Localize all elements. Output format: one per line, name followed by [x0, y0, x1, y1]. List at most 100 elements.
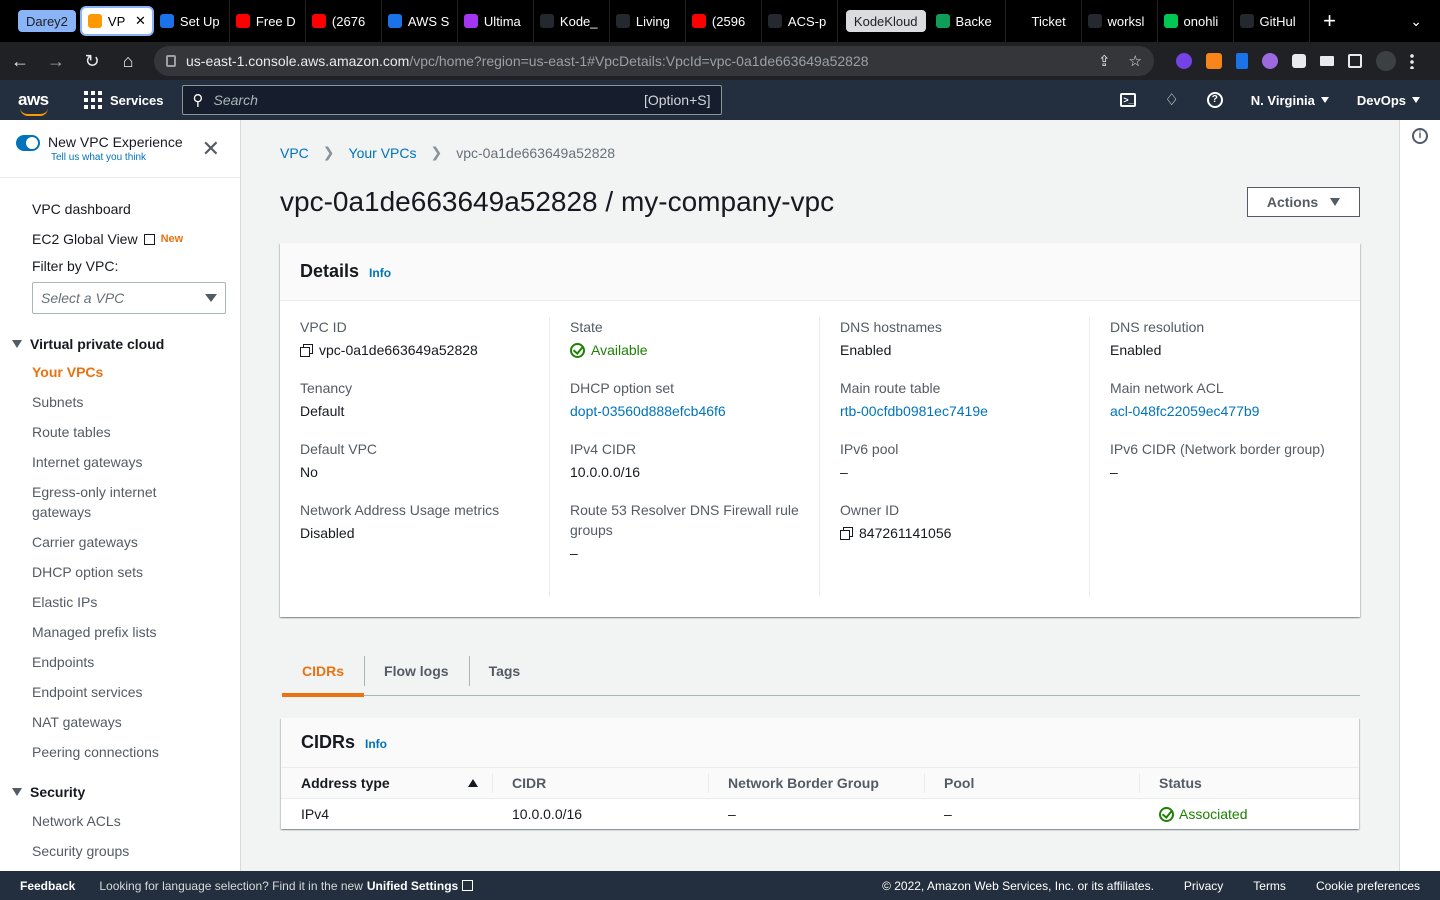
field-value[interactable]: vpc-0a1de663649a52828 — [300, 342, 549, 358]
field-value[interactable]: rtb-00cfdb0981ec7419e — [840, 403, 1089, 419]
close-icon[interactable]: ✕ — [202, 138, 220, 160]
breadcrumb-vpc[interactable]: VPC — [280, 145, 309, 161]
cidrs-info-link[interactable]: Info — [365, 737, 387, 751]
browser-tab[interactable]: GitHul — [1234, 0, 1310, 42]
cloudshell-icon[interactable]: >_ — [1120, 93, 1137, 107]
field-value[interactable]: acl-048fc22059ec477b9 — [1110, 403, 1360, 419]
sidebar-item-dhcp-option-sets[interactable]: DHCP option sets — [0, 562, 200, 582]
sidebar-item-security-groups[interactable]: Security groups — [0, 841, 200, 861]
column-header-cidr[interactable]: CIDR — [492, 768, 708, 799]
copy-icon[interactable] — [840, 526, 853, 540]
sidebar-item-egress-only-internet-gateways[interactable]: Egress-only internet gateways — [0, 482, 200, 522]
address-bar[interactable]: us-east-1.console.aws.amazon.com/vpc/hom… — [154, 46, 1154, 76]
section-virtual-private-cloud[interactable]: Virtual private cloud — [0, 336, 240, 352]
browser-tab[interactable]: Kode_ — [534, 0, 610, 42]
account-menu[interactable]: DevOps — [1357, 93, 1420, 108]
sidebar-item-elastic-ips[interactable]: Elastic IPs — [0, 592, 200, 612]
browser-tab[interactable]: Ticket — [1006, 0, 1082, 42]
field-value[interactable]: 847261141056 — [840, 525, 1089, 541]
browser-tab[interactable]: Free D — [230, 0, 306, 42]
chevron-right-icon: ❯ — [430, 144, 443, 160]
field-label: Main route table — [840, 380, 941, 396]
browser-tab[interactable]: (2676 — [306, 0, 382, 42]
browser-tab[interactable]: onohli — [1158, 0, 1234, 42]
sidebar-item-nat-gateways[interactable]: NAT gateways — [0, 712, 200, 732]
privacy-link[interactable]: Privacy — [1184, 879, 1223, 893]
info-panel-icon[interactable]: i — [1412, 128, 1428, 144]
actions-button[interactable]: Actions — [1247, 187, 1360, 217]
cookie-preferences-link[interactable]: Cookie preferences — [1316, 879, 1420, 893]
new-tab-button[interactable]: + — [1310, 8, 1350, 34]
tab-flow-logs[interactable]: Flow logs — [364, 646, 469, 696]
tab-cidrs[interactable]: CIDRs — [282, 646, 365, 697]
terms-link[interactable]: Terms — [1253, 879, 1286, 893]
tab-group-darey2[interactable]: Darey2 — [18, 10, 76, 32]
browser-tab[interactable]: Ultima — [458, 0, 534, 42]
browser-tab[interactable]: ACS-p — [762, 0, 838, 42]
sidebar-item-network-acls[interactable]: Network ACLs — [0, 811, 200, 831]
new-vpc-experience-label: New VPC Experience — [48, 134, 183, 150]
metamask-extension-icon[interactable] — [1206, 53, 1222, 69]
puzzle-extensions-icon[interactable] — [1292, 54, 1306, 68]
sidebar-item-ec2-global-view[interactable]: EC2 Global View New — [0, 229, 240, 249]
sidebar-item-endpoints[interactable]: Endpoints — [0, 652, 200, 672]
column-header-network-border-group[interactable]: Network Border Group — [708, 768, 924, 799]
region-selector[interactable]: N. Virginia — [1251, 93, 1329, 108]
back-button[interactable]: ← — [4, 45, 36, 77]
sidebar-item-peering-connections[interactable]: Peering connections — [0, 742, 200, 762]
unified-settings-link[interactable]: Unified Settings — [367, 879, 458, 893]
field-label: DNS resolution — [1110, 319, 1205, 335]
details-info-link[interactable]: Info — [369, 266, 391, 280]
browser-tab[interactable]: VP ✕ — [79, 6, 154, 36]
sidebar-item-carrier-gateways[interactable]: Carrier gateways — [0, 532, 200, 552]
sidebar-item-route-tables[interactable]: Route tables — [0, 422, 200, 442]
share-icon[interactable]: ⇪ — [1098, 52, 1111, 70]
browser-tab[interactable]: worksl — [1082, 0, 1158, 42]
sidebar-item-your-vpcs[interactable]: Your VPCs — [0, 362, 200, 382]
aws-logo[interactable]: aws — [18, 90, 68, 116]
breadcrumb-your-vpcs[interactable]: Your VPCs — [349, 145, 417, 161]
reading-list-icon[interactable] — [1320, 56, 1334, 66]
tab-tags[interactable]: Tags — [468, 646, 541, 696]
column-header-status[interactable]: Status — [1139, 768, 1359, 799]
feedback-link[interactable]: Tell us what you think — [51, 152, 183, 163]
search-input[interactable]: ⚲ Search [Option+S] — [181, 85, 722, 115]
section-security[interactable]: Security — [0, 784, 240, 800]
table-row[interactable]: IPv4 10.0.0.0/16 – – Associated — [281, 798, 1359, 830]
filter-vpc-select[interactable]: Select a VPC — [32, 282, 226, 314]
field-value[interactable]: dopt-03560d888efcb46f6 — [570, 403, 819, 419]
new-vpc-experience-toggle[interactable] — [16, 135, 40, 151]
browser-tab[interactable]: AWS S — [382, 0, 458, 42]
tab-search-chevron-icon[interactable]: ⌄ — [1410, 13, 1422, 30]
close-tab-icon[interactable]: ✕ — [135, 13, 146, 29]
browser-tab[interactable]: Living — [610, 0, 686, 42]
sidebar-item-vpc-dashboard[interactable]: VPC dashboard — [0, 199, 240, 219]
services-menu[interactable]: Services — [84, 91, 164, 109]
feedback-button[interactable]: Feedback — [20, 879, 75, 893]
aws-top-nav: aws Services ⚲ Search [Option+S] >_ ♢ ? … — [0, 80, 1440, 120]
firefox-relay-extension-icon[interactable] — [1176, 53, 1192, 69]
browser-tab[interactable]: (2596 — [686, 0, 762, 42]
download-extension-icon[interactable] — [1236, 53, 1248, 69]
side-panel-icon[interactable] — [1348, 54, 1362, 68]
column-header-pool[interactable]: Pool — [924, 768, 1139, 799]
profile-avatar[interactable] — [1376, 51, 1396, 71]
sidebar-item-endpoint-services[interactable]: Endpoint services — [0, 682, 200, 702]
browser-tab[interactable]: Backe — [930, 0, 1006, 42]
sidebar-item-internet-gateways[interactable]: Internet gateways — [0, 452, 200, 472]
reload-button[interactable]: ↻ — [76, 45, 108, 77]
tab-group-kodekloud[interactable]: KodeKloud — [845, 10, 926, 32]
browser-menu-icon[interactable] — [1410, 53, 1414, 69]
search-placeholder: Search — [213, 92, 258, 108]
help-icon[interactable]: ? — [1206, 92, 1223, 108]
browser-tab[interactable]: Set Up — [154, 0, 230, 42]
bookmark-star-icon[interactable]: ☆ — [1129, 52, 1142, 70]
home-button[interactable]: ⌂ — [112, 45, 144, 77]
sidebar-item-subnets[interactable]: Subnets — [0, 392, 200, 412]
copy-icon[interactable] — [300, 343, 313, 357]
sidebar-item-managed-prefix-lists[interactable]: Managed prefix lists — [0, 622, 200, 642]
column-header-address-type[interactable]: Address type — [281, 768, 492, 799]
forward-button[interactable]: → — [40, 45, 72, 77]
notifications-bell-icon[interactable]: ♢ — [1164, 90, 1178, 110]
cat-extension-icon[interactable] — [1262, 53, 1278, 69]
